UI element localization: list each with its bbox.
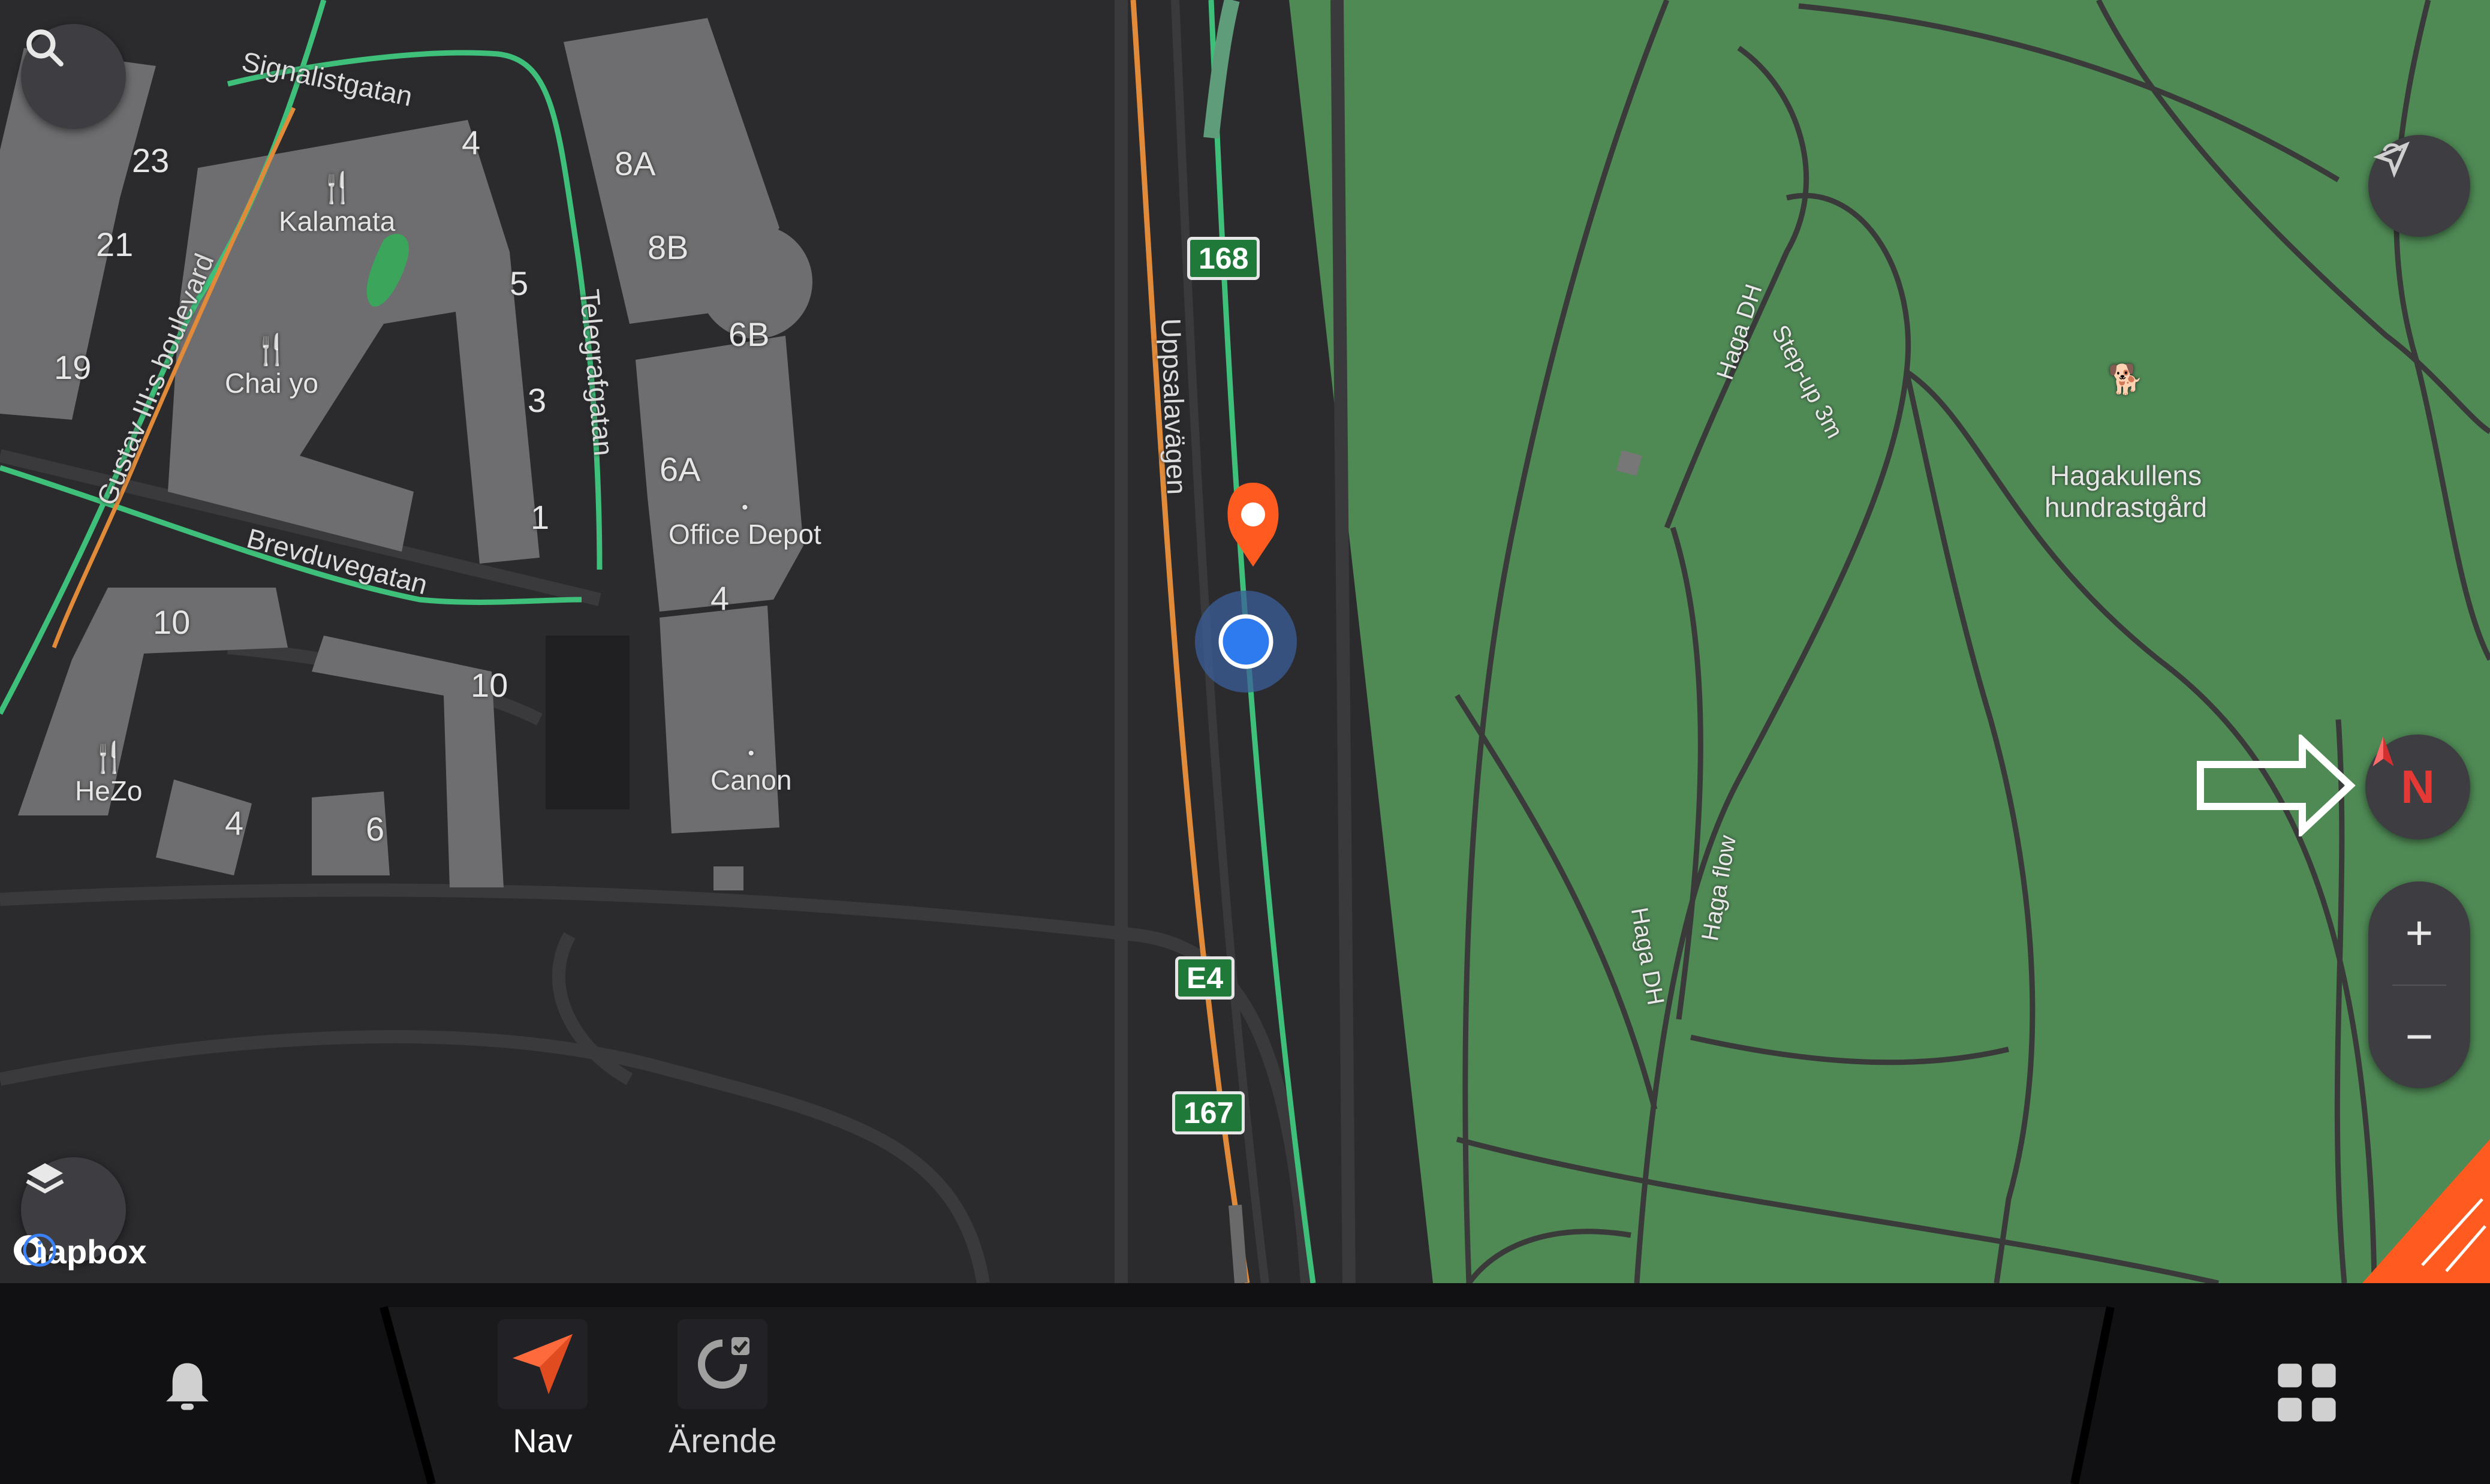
tab-label: Ärende (669, 1422, 777, 1459)
map-attribution: mapbox (11, 1232, 147, 1271)
layers-icon (26, 1163, 64, 1194)
park-area (1289, 0, 2490, 1283)
poi-hezo[interactable]: 🍴 HeZo (75, 741, 142, 806)
house-number: 8A (615, 145, 656, 182)
refresh-icon (678, 1319, 768, 1409)
poi-hundrastgard[interactable]: 🐕 Hagakullens hundrastgård (2045, 300, 2207, 586)
tab-nav[interactable]: Nav (498, 1319, 588, 1460)
compass-button[interactable]: N (2365, 735, 2470, 839)
bottom-bar-background (380, 1306, 2115, 1484)
search-button[interactable] (21, 24, 126, 129)
tab-label: Nav (513, 1422, 573, 1459)
zoom-control: + − (2368, 881, 2470, 1088)
map-view[interactable]: 23 21 19 4 5 3 1 8A 8B 6B 6A 4 10 10 4 6… (0, 0, 2490, 1283)
poi-chai-yo[interactable]: 🍴 Chai yo (225, 333, 318, 399)
notification-bell-icon (166, 1363, 209, 1410)
route-shield: 168 (1187, 237, 1260, 280)
house-number: 21 (96, 225, 134, 263)
restaurant-icon: 🍴 (252, 333, 291, 366)
poi-dot: • (742, 498, 748, 517)
house-number: 1 (531, 498, 550, 536)
route-shield: E4 (1175, 956, 1235, 1000)
house-number: 6A (660, 450, 701, 488)
house-number: 19 (54, 348, 92, 386)
gps-mode-button[interactable] (2368, 135, 2470, 237)
search-icon (26, 29, 64, 67)
house-number: 3 (528, 381, 547, 419)
house-number: 10 (153, 603, 191, 641)
restaurant-icon: 🍴 (90, 741, 128, 774)
house-number: 4 (462, 124, 481, 161)
house-number: 8B (648, 228, 689, 266)
compass-label: N (2401, 760, 2435, 814)
info-icon[interactable] (22, 1232, 58, 1268)
poi-dot: • (748, 743, 755, 763)
compass-icon (2372, 736, 2394, 766)
poi-label: Canon (710, 764, 792, 796)
gps-mode-icon (2373, 141, 2410, 178)
poi-label: Chai yo (225, 367, 318, 399)
notifications-button[interactable] (162, 1358, 213, 1418)
zoom-out-button[interactable]: − (2368, 985, 2470, 1088)
house-number: 6 (366, 810, 385, 848)
poi-office-depot[interactable]: • Office Depot (669, 498, 821, 550)
street-label: Uppsalavägen (1155, 318, 1193, 495)
poi-label: Kalamata (279, 205, 396, 237)
poi-label: HeZo (75, 775, 143, 806)
house-number: 10 (471, 666, 508, 704)
tab-arende[interactable]: Ärende (669, 1319, 777, 1460)
poi-label: Hagakullens hundrastgård (2045, 459, 2208, 523)
bottom-bar: Nav Ärende (0, 1283, 2490, 1484)
apps-button[interactable] (2275, 1361, 2338, 1427)
house-number: 4 (225, 804, 244, 842)
apps-grid-icon (2278, 1363, 2336, 1422)
house-number: 5 (510, 264, 529, 302)
arrow-annotation-icon (2197, 735, 2356, 836)
house-number: 23 (132, 142, 170, 179)
navigation-arrow-icon (498, 1319, 588, 1409)
poi-canon[interactable]: • Canon (710, 743, 792, 796)
dog-icon: 🐕 (2107, 363, 2144, 396)
zoom-in-button[interactable]: + (2368, 881, 2470, 985)
restaurant-icon: 🍴 (318, 171, 356, 204)
poi-label: Office Depot (669, 518, 821, 550)
house-number: 4 (710, 579, 730, 617)
house-number: 6B (728, 315, 770, 353)
poi-kalamata[interactable]: 🍴 Kalamata (279, 171, 395, 237)
route-shield: 167 (1172, 1091, 1245, 1134)
